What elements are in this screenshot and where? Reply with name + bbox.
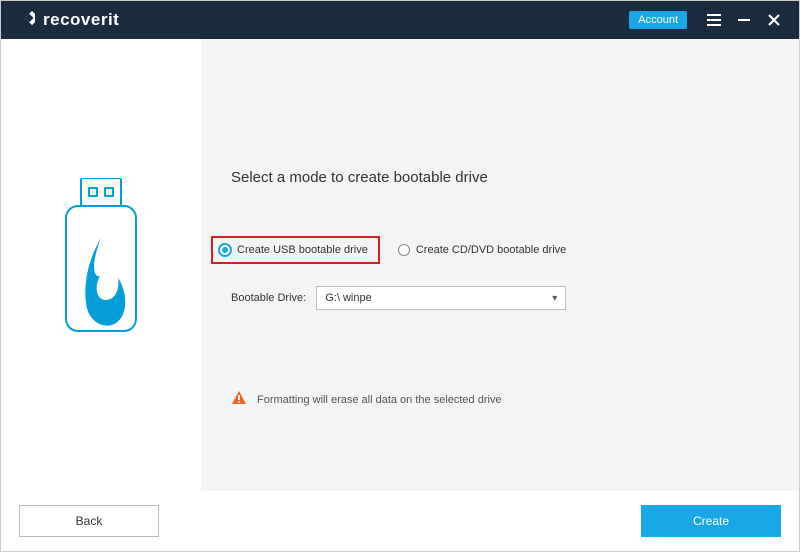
brand-text: recoverit — [43, 10, 119, 30]
back-button[interactable]: Back — [19, 505, 159, 537]
close-button[interactable] — [759, 6, 789, 34]
radio-usb-label: Create USB bootable drive — [237, 244, 368, 256]
sidebar — [1, 39, 201, 491]
warning-text: Formatting will erase all data on the se… — [257, 394, 502, 406]
page-heading: Select a mode to create bootable drive — [231, 169, 799, 186]
drive-row: Bootable Drive: G:\ winpe ▾ — [231, 286, 799, 310]
minimize-button[interactable] — [729, 6, 759, 34]
radio-usb[interactable]: Create USB bootable drive — [219, 244, 368, 256]
usb-option-highlight: Create USB bootable drive — [211, 236, 380, 264]
footer: Back Create — [1, 491, 799, 551]
drive-value: G:\ winpe — [325, 292, 371, 304]
brand-logo-icon — [15, 8, 35, 33]
titlebar: recoverit Account — [1, 1, 799, 39]
chevron-down-icon: ▾ — [552, 293, 557, 304]
radio-cd[interactable]: Create CD/DVD bootable drive — [398, 244, 566, 256]
warning-row: Formatting will erase all data on the se… — [231, 390, 799, 409]
account-button[interactable]: Account — [629, 11, 687, 29]
mode-options: Create USB bootable drive Create CD/DVD … — [211, 236, 799, 264]
usb-drive-icon — [56, 178, 146, 353]
warning-icon — [231, 390, 247, 409]
radio-cd-label: Create CD/DVD bootable drive — [416, 244, 566, 256]
radio-icon — [219, 244, 231, 256]
radio-icon — [398, 244, 410, 256]
drive-label: Bootable Drive: — [231, 292, 306, 304]
menu-button[interactable] — [699, 6, 729, 34]
body: Select a mode to create bootable drive C… — [1, 39, 799, 491]
create-button[interactable]: Create — [641, 505, 781, 537]
drive-select[interactable]: G:\ winpe ▾ — [316, 286, 566, 310]
main-panel: Select a mode to create bootable drive C… — [201, 39, 799, 491]
app-window: recoverit Account — [0, 0, 800, 552]
brand: recoverit — [15, 8, 119, 33]
